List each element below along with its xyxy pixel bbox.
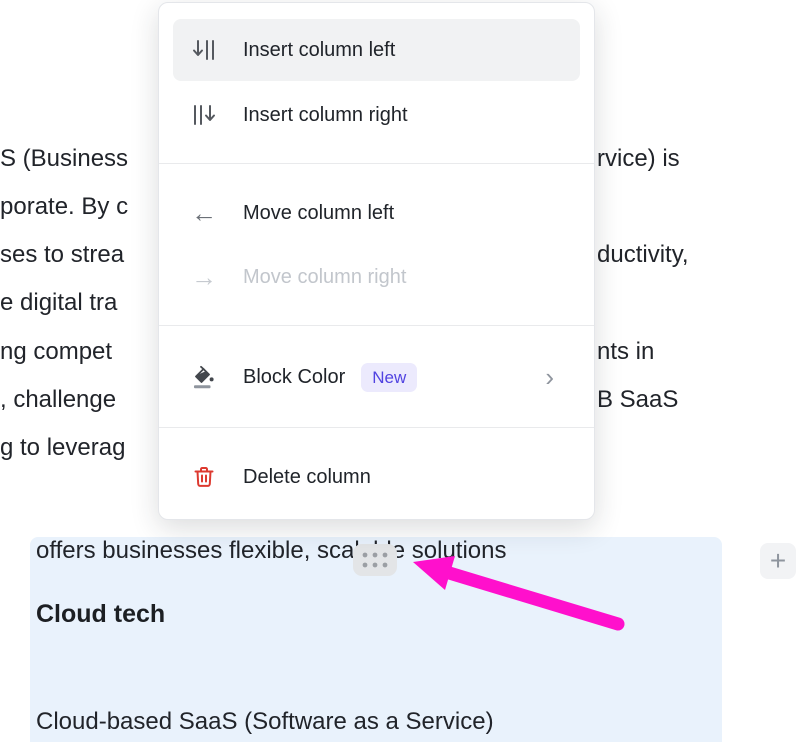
arrow-right-icon: → [191,264,217,290]
menu-item-move-column-right[interactable]: → Move column right [173,251,580,303]
menu-item-label: Insert column left [243,39,395,62]
plus-icon: + [770,545,786,577]
insert-column-right-icon [191,102,217,128]
doc-text-fragment: porate. By c [0,192,128,222]
insert-column-left-icon [191,37,217,63]
menu-divider [159,163,594,164]
doc-text-fragment: ses to strea [0,240,124,270]
menu-item-delete-column[interactable]: Delete column [173,451,580,503]
menu-divider [159,427,594,428]
column-context-menu: Insert column left Insert column right ←… [158,2,595,520]
block-heading: Cloud tech [36,600,165,629]
menu-item-block-color[interactable]: Block Color New › [173,351,580,403]
doc-text-fragment: e digital tra [0,288,117,318]
menu-item-label: Block Color [243,366,345,389]
menu-item-label: Move column left [243,202,394,225]
doc-text-fragment: g to leverag [0,433,125,463]
menu-item-insert-column-right[interactable]: Insert column right [173,89,580,141]
menu-divider [159,325,594,326]
menu-item-label: Move column right [243,266,406,289]
block-text-line: Cloud-based SaaS (Software as a Service) [36,708,494,736]
menu-item-move-column-left[interactable]: ← Move column left [173,187,580,239]
paint-bucket-icon [191,364,217,390]
doc-text-fragment: ductivity, [597,240,689,270]
doc-text-fragment: ng compet [0,337,112,367]
drag-handle[interactable] [353,544,397,576]
column-block[interactable]: Cloud tech Cloud-based SaaS (Software as… [30,537,722,742]
new-badge: New [361,363,417,392]
block-text-line: offers businesses flexible, scalable sol… [36,537,506,565]
chevron-right-icon: › [545,364,554,390]
add-column-button[interactable]: + [760,543,796,579]
arrow-left-icon: ← [191,200,217,226]
menu-item-label: Delete column [243,466,371,489]
menu-item-insert-column-left[interactable]: Insert column left [173,19,580,81]
menu-item-label: Insert column right [243,104,408,127]
doc-text-fragment: nts in [597,337,654,367]
doc-text-fragment: , challenge [0,385,116,415]
doc-text-fragment: B SaaS [597,385,678,415]
doc-text-fragment: rvice) is [597,144,680,174]
trash-icon [191,464,217,490]
doc-text-fragment: S (Business [0,144,128,174]
drag-handle-dots-icon [359,549,391,571]
